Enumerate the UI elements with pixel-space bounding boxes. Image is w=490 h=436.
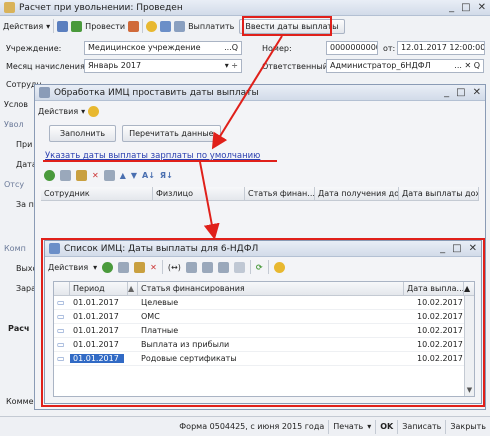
org-label: Учреждение:: [6, 44, 62, 53]
date-field[interactable]: 12.01.2017 12:00:00: [397, 41, 485, 55]
highlight-enter-dates: [242, 16, 332, 36]
actions-menu[interactable]: Действия: [38, 107, 78, 116]
processing-title-bar: Обработка ИМЦ проставить даты выплаты _ □…: [35, 85, 485, 101]
add-icon[interactable]: [44, 169, 55, 181]
number-label: Номер:: [262, 44, 292, 53]
copy-icon[interactable]: [60, 169, 71, 181]
post-button[interactable]: Провести: [85, 22, 125, 31]
pay-button[interactable]: Выплатить: [188, 22, 234, 31]
side-tabs: Услов Увол При Дата Отсу За п Комп Выхо …: [4, 96, 38, 340]
minimize-icon[interactable]: _: [449, 2, 454, 13]
responsible-label: Ответственный:: [262, 62, 331, 71]
help-icon[interactable]: [88, 105, 100, 117]
side-item[interactable]: Зара: [4, 280, 38, 320]
main-title: Расчет при увольнении: Проведен: [19, 2, 183, 13]
side-item[interactable]: Услов: [4, 96, 38, 116]
minimize-icon[interactable]: _: [444, 87, 449, 98]
sort-asc-icon[interactable]: A↓: [142, 171, 155, 180]
move-down-icon[interactable]: ▼: [131, 171, 137, 180]
month-label: Месяц начисления:: [6, 62, 88, 71]
post-icon[interactable]: [71, 20, 83, 32]
close-icon[interactable]: ✕: [473, 87, 481, 98]
table-icon[interactable]: [174, 20, 186, 32]
processing-table-header: Сотрудник Физлицо Статья финан... Дата п…: [41, 187, 479, 201]
col-article[interactable]: Статья финан...: [245, 187, 315, 200]
from-label: от:: [383, 44, 396, 53]
col-income-date[interactable]: Дата получения дохода: [315, 187, 399, 200]
end-edit-icon[interactable]: [103, 169, 115, 181]
save-icon[interactable]: [57, 20, 69, 32]
side-item[interactable]: Отсу: [4, 176, 38, 196]
save-button[interactable]: Записать: [402, 422, 441, 431]
col-pay-date[interactable]: Дата выплаты дохода: [399, 187, 479, 200]
maximize-icon[interactable]: □: [456, 87, 465, 98]
reread-button[interactable]: Перечитать данные: [122, 125, 221, 142]
form-link[interactable]: Форма 0504425, с июня 2015 года: [179, 422, 324, 431]
close-button[interactable]: Закрыть: [450, 422, 486, 431]
processing-toolbar: Действия ▾: [35, 101, 485, 121]
month-field[interactable]: Январь 2017 ▾ ÷: [84, 59, 242, 73]
delete-icon[interactable]: ✕: [92, 171, 99, 180]
document-icon: [4, 2, 15, 13]
side-item[interactable]: Дата: [4, 156, 38, 176]
main-title-bar: Расчет при увольнении: Проведен _ □ ✕: [0, 0, 490, 16]
col-person[interactable]: Физлицо: [153, 187, 245, 200]
unpost-icon[interactable]: [128, 20, 140, 32]
move-up-icon[interactable]: ▲: [120, 171, 126, 180]
sort-desc-icon[interactable]: Я↓: [160, 171, 173, 180]
table-toolbar: ✕ ▲ ▼ A↓ Я↓: [41, 165, 176, 185]
side-item[interactable]: Выхо: [4, 260, 38, 280]
gear-icon: [39, 87, 50, 98]
side-item[interactable]: За п: [4, 196, 38, 240]
responsible-field[interactable]: Администратор_6НДФЛ... ✕ Q: [326, 59, 484, 73]
structure-icon[interactable]: [160, 20, 172, 32]
print-button[interactable]: Печать: [333, 422, 363, 431]
close-icon[interactable]: ✕: [478, 2, 486, 13]
fill-button[interactable]: Заполнить: [49, 125, 117, 142]
side-item[interactable]: Расч: [4, 320, 38, 340]
number-field[interactable]: 00000000001: [326, 41, 378, 55]
processing-title: Обработка ИМЦ проставить даты выплаты: [54, 87, 259, 98]
org-field[interactable]: Медицинское учреждение ...Q: [84, 41, 242, 55]
side-item[interactable]: Увол: [4, 116, 38, 136]
main-status-bar: Форма 0504425, с июня 2015 года Печать ▾ …: [0, 416, 490, 436]
side-item[interactable]: Комп: [4, 240, 38, 260]
maximize-icon[interactable]: □: [461, 2, 470, 13]
col-employee[interactable]: Сотрудник: [41, 187, 153, 200]
edit-icon[interactable]: [76, 169, 87, 181]
highlight-default-link: [43, 148, 277, 162]
side-item[interactable]: При: [4, 136, 38, 156]
ok-button[interactable]: OK: [380, 422, 393, 431]
help-icon[interactable]: [146, 20, 158, 32]
highlight-list-window: [41, 238, 485, 407]
actions-menu[interactable]: Действия: [3, 22, 43, 31]
